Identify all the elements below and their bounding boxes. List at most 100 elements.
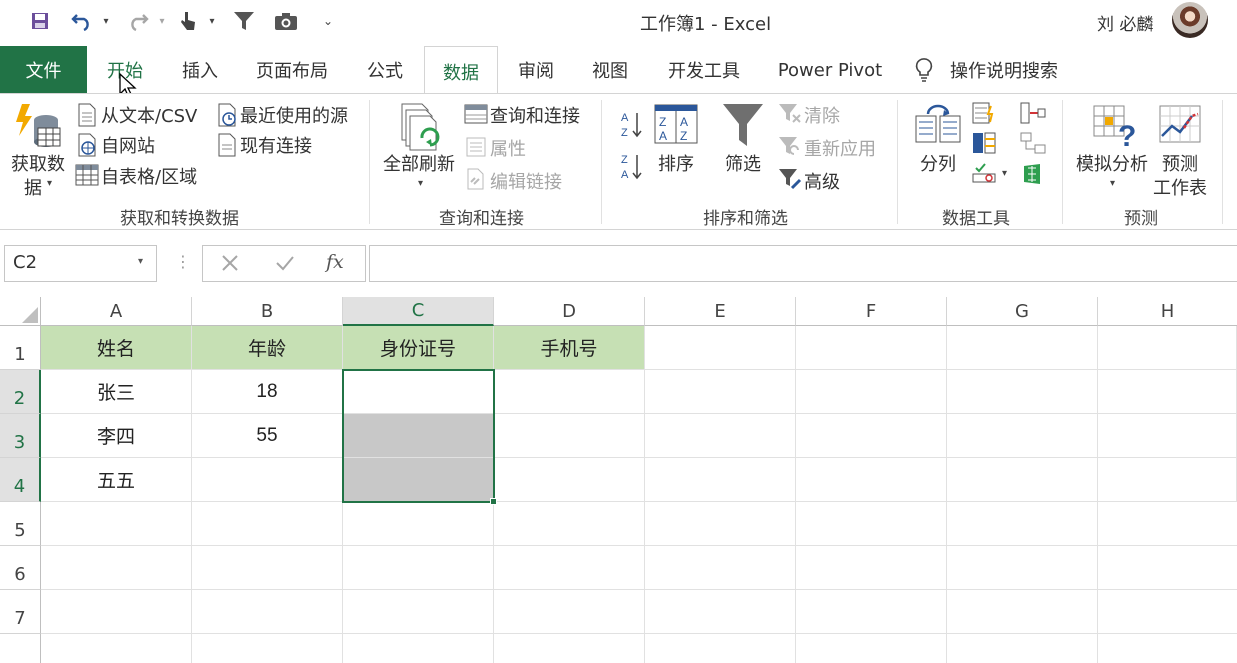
recent-sources-button[interactable]: 最近使用的源	[240, 102, 348, 128]
cell-g3[interactable]	[947, 414, 1098, 458]
cell-c4[interactable]	[343, 458, 494, 502]
cell-h1[interactable]	[1098, 326, 1237, 370]
empty-cells-area[interactable]	[41, 502, 1237, 663]
tab-review[interactable]: 审阅	[504, 46, 568, 94]
refresh-all-icon[interactable]	[396, 102, 446, 156]
advanced-button[interactable]: 高级	[804, 168, 840, 194]
queries-connections-button[interactable]: 查询和连接	[490, 102, 580, 128]
insert-function-icon[interactable]: fx	[326, 251, 344, 273]
tab-insert[interactable]: 插入	[168, 46, 232, 94]
forecast-sheet-button-line2[interactable]: 工作表	[1153, 174, 1207, 200]
sort-button[interactable]: 排序	[658, 150, 694, 176]
tab-page-layout[interactable]: 页面布局	[244, 46, 340, 94]
existing-connections-icon[interactable]	[216, 133, 238, 161]
row-header-4[interactable]: 4	[0, 458, 41, 502]
column-header-b[interactable]: B	[192, 297, 343, 326]
cell-f4[interactable]	[796, 458, 947, 502]
get-data-icon[interactable]	[12, 102, 64, 154]
from-text-icon[interactable]	[76, 103, 98, 131]
properties-button[interactable]: 属性	[490, 135, 526, 161]
cancel-icon[interactable]	[221, 254, 239, 276]
cell-b3[interactable]: 55	[192, 414, 343, 458]
tell-me-search[interactable]: 操作说明搜索	[944, 46, 1064, 94]
column-header-e[interactable]: E	[645, 297, 796, 326]
cell-e2[interactable]	[645, 370, 796, 414]
column-header-d[interactable]: D	[494, 297, 645, 326]
cell-c3[interactable]	[343, 414, 494, 458]
save-icon[interactable]	[26, 6, 54, 36]
filter-icon[interactable]	[721, 102, 765, 152]
tab-data[interactable]: 数据	[424, 46, 498, 96]
sort-za-icon[interactable]: ZA	[619, 152, 643, 186]
cell-e4[interactable]	[645, 458, 796, 502]
touch-dropdown-icon[interactable]: ▾	[204, 6, 220, 36]
edit-links-button[interactable]: 编辑链接	[490, 168, 562, 194]
row-header-8[interactable]	[0, 634, 41, 663]
fill-handle[interactable]	[490, 498, 497, 505]
sort-az-icon[interactable]: AZ	[619, 110, 643, 144]
chevron-down-icon[interactable]: ▾	[47, 178, 52, 189]
cell-g4[interactable]	[947, 458, 1098, 502]
cell-a4[interactable]: 五五	[41, 458, 192, 502]
sort-icon[interactable]: ZAAZ	[654, 104, 698, 148]
avatar[interactable]	[1172, 2, 1208, 38]
cell-c1[interactable]: 身份证号	[343, 326, 494, 370]
from-text-csv-button[interactable]: 从文本/CSV	[101, 102, 197, 128]
row-header-1[interactable]: 1	[0, 326, 41, 370]
existing-connections-button[interactable]: 现有连接	[240, 132, 312, 158]
cell-e3[interactable]	[645, 414, 796, 458]
cell-a1[interactable]: 姓名	[41, 326, 192, 370]
cell-c2[interactable]	[343, 370, 494, 414]
text-to-columns-icon[interactable]	[914, 104, 962, 148]
column-header-c[interactable]: C	[343, 297, 494, 326]
cell-h2[interactable]	[1098, 370, 1237, 414]
name-box[interactable]: C2	[4, 245, 157, 282]
consolidate-icon[interactable]	[1020, 102, 1046, 128]
enter-icon[interactable]	[275, 254, 295, 276]
refresh-all-button[interactable]: 全部刷新	[383, 150, 455, 176]
filter-button[interactable]: 筛选	[725, 150, 761, 176]
relationships-icon[interactable]	[1020, 132, 1046, 158]
from-table-range-button[interactable]: 自表格/区域	[101, 163, 197, 189]
cell-f1[interactable]	[796, 326, 947, 370]
drag-handle-icon[interactable]: ⋮	[175, 252, 191, 271]
user-name[interactable]: 刘 必麟	[1097, 10, 1153, 35]
cell-b4[interactable]	[192, 458, 343, 502]
cell-d1[interactable]: 手机号	[494, 326, 645, 370]
from-web-button[interactable]: 自网站	[101, 132, 155, 158]
what-if-analysis-button[interactable]: 模拟分析	[1076, 150, 1148, 176]
cell-d2[interactable]	[494, 370, 645, 414]
reapply-button[interactable]: 重新应用	[804, 135, 876, 161]
select-all-button[interactable]	[0, 297, 41, 326]
recent-sources-icon[interactable]	[216, 103, 238, 131]
flash-fill-icon[interactable]	[972, 102, 996, 128]
cell-f3[interactable]	[796, 414, 947, 458]
row-header-7[interactable]: 7	[0, 590, 41, 634]
redo-dropdown-icon[interactable]: ▾	[154, 6, 170, 36]
chevron-down-icon[interactable]: ▾	[418, 178, 423, 189]
tab-view[interactable]: 视图	[578, 46, 642, 94]
forecast-sheet-button[interactable]: 预测	[1162, 150, 1198, 176]
formula-input[interactable]	[369, 245, 1237, 282]
chevron-down-icon[interactable]: ▾	[1002, 168, 1007, 179]
get-data-button[interactable]: 获取数	[11, 150, 65, 176]
chevron-down-icon[interactable]: ▾	[138, 256, 143, 267]
row-header-3[interactable]: 3	[0, 414, 41, 458]
camera-icon[interactable]	[272, 6, 300, 36]
forecast-sheet-icon[interactable]	[1158, 104, 1202, 148]
customize-qat-icon[interactable]: ⌄	[320, 6, 336, 36]
cell-g1[interactable]	[947, 326, 1098, 370]
cell-e1[interactable]	[645, 326, 796, 370]
manage-data-model-icon[interactable]	[1020, 162, 1046, 190]
row-header-2[interactable]: 2	[0, 370, 41, 414]
tab-formulas[interactable]: 公式	[352, 46, 418, 94]
cell-f2[interactable]	[796, 370, 947, 414]
data-validation-icon[interactable]	[972, 162, 996, 188]
get-data-button-line2[interactable]: 据	[24, 174, 42, 200]
cell-b2[interactable]: 18	[192, 370, 343, 414]
what-if-analysis-icon[interactable]: ?	[1092, 104, 1138, 153]
cell-b1[interactable]: 年龄	[192, 326, 343, 370]
tab-developer[interactable]: 开发工具	[656, 46, 752, 94]
cell-d3[interactable]	[494, 414, 645, 458]
from-table-icon[interactable]	[75, 163, 99, 191]
